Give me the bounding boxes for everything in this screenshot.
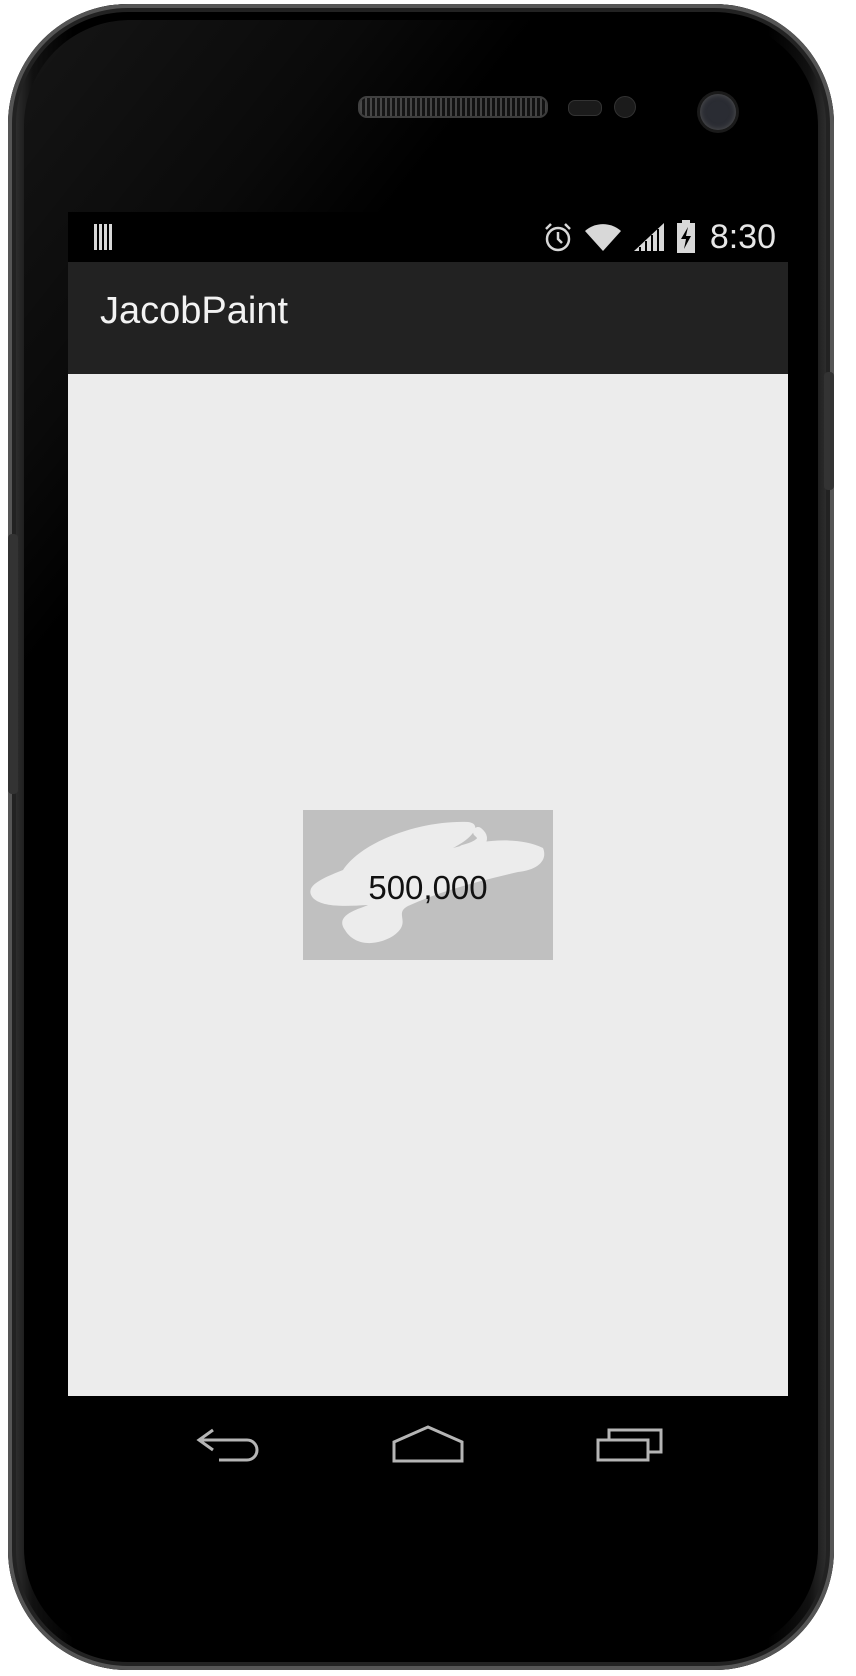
paint-count-label: 500,000 bbox=[368, 869, 488, 906]
back-button[interactable] bbox=[188, 1420, 268, 1468]
notification-icon bbox=[94, 224, 114, 250]
home-icon bbox=[392, 1425, 464, 1463]
device-screen: 8:30 JacobPaint 500,000 bbox=[68, 212, 788, 1492]
status-clock: 8:30 bbox=[709, 217, 776, 256]
action-bar: JacobPaint bbox=[68, 262, 788, 374]
wifi-icon bbox=[584, 221, 622, 253]
battery-charging-icon bbox=[676, 220, 696, 254]
paint-canvas[interactable]: 500,000 bbox=[303, 810, 553, 960]
main-content: 500,000 bbox=[68, 374, 788, 1396]
recent-apps-icon bbox=[596, 1428, 663, 1462]
proximity-sensor bbox=[568, 100, 602, 116]
navigation-bar bbox=[68, 1396, 788, 1492]
app-title: JacobPaint bbox=[100, 290, 289, 332]
alarm-icon bbox=[542, 221, 574, 253]
power-button bbox=[824, 372, 834, 490]
home-button[interactable] bbox=[388, 1420, 468, 1468]
recent-apps-button[interactable] bbox=[590, 1420, 670, 1468]
front-camera bbox=[700, 94, 736, 130]
light-sensor bbox=[614, 96, 636, 118]
back-icon bbox=[196, 1428, 259, 1462]
status-bar: 8:30 bbox=[68, 212, 788, 262]
volume-button bbox=[8, 534, 18, 794]
signal-icon bbox=[632, 221, 666, 253]
earpiece-speaker bbox=[358, 96, 548, 118]
status-icons: 8:30 bbox=[542, 217, 776, 256]
